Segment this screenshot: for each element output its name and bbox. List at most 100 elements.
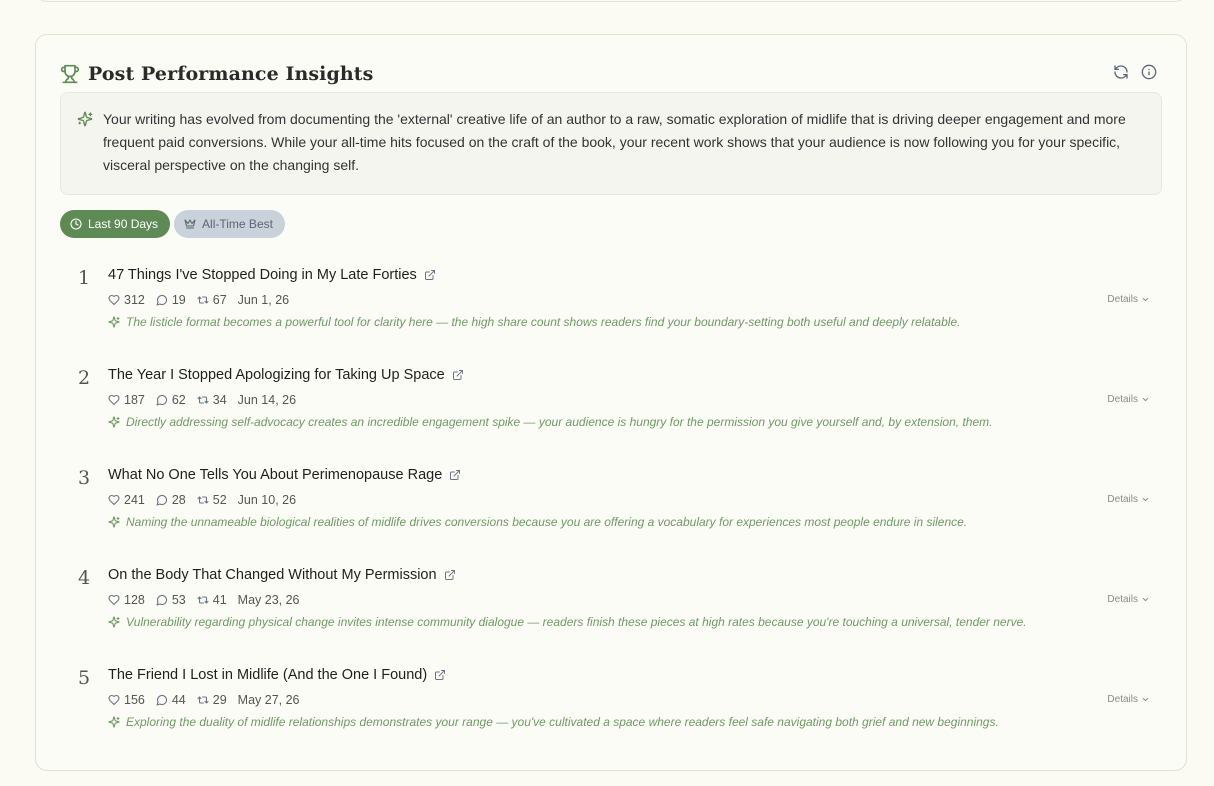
details-toggle[interactable]: Details	[1107, 494, 1150, 505]
tab-last-90-days[interactable]: Last 90 Days	[60, 210, 171, 238]
post-date: Jun 14, 26	[237, 393, 297, 407]
chevron-down-icon	[1141, 695, 1150, 704]
heart-icon	[108, 394, 120, 406]
comments-stat: 19	[156, 293, 186, 307]
chevron-down-icon	[1141, 295, 1150, 304]
likes-stat: 128	[108, 593, 145, 607]
comments-count: 19	[171, 293, 186, 307]
external-link-icon[interactable]	[449, 469, 461, 481]
post-date: May 23, 26	[237, 593, 300, 607]
sparkle-icon	[108, 316, 120, 328]
likes-stat: 156	[108, 693, 145, 707]
restacks-stat: 34	[197, 393, 227, 407]
post-title-link[interactable]: What No One Tells You About Perimenopaus…	[108, 467, 461, 483]
restacks-count: 29	[212, 693, 227, 707]
heart-icon	[108, 694, 120, 706]
post-stats: 128 53 41 May 23, 26	[108, 593, 311, 607]
comments-count: 44	[171, 693, 186, 707]
post-list: 1 47 Things I've Stopped Doing in My Lat…	[60, 253, 1162, 753]
likes-stat: 241	[108, 493, 145, 507]
time-range-tabs: Last 90 Days All-Time Best	[60, 210, 285, 238]
post-rank: 2	[78, 367, 91, 389]
post-date: Jun 10, 26	[237, 493, 297, 507]
comments-stat: 28	[156, 493, 186, 507]
tab-label: Last 90 Days	[88, 217, 159, 231]
chevron-down-icon	[1141, 495, 1150, 504]
insight-summary: Your writing has evolved from documentin…	[60, 92, 1162, 195]
details-toggle[interactable]: Details	[1107, 594, 1150, 605]
sparkle-icon	[108, 716, 120, 728]
restack-icon	[197, 394, 209, 406]
header-actions	[1112, 63, 1158, 81]
likes-count: 312	[124, 293, 145, 307]
comment-icon	[156, 594, 168, 606]
details-toggle[interactable]: Details	[1107, 394, 1150, 405]
comments-count: 53	[171, 593, 186, 607]
comments-stat: 44	[156, 693, 186, 707]
list-item: 4 On the Body That Changed Without My Pe…	[60, 553, 1162, 653]
comment-icon	[156, 494, 168, 506]
sparkle-icon	[108, 416, 120, 428]
details-label: Details	[1107, 394, 1138, 405]
comments-stat: 62	[156, 393, 186, 407]
list-item: 2 The Year I Stopped Apologizing for Tak…	[60, 353, 1162, 453]
comments-stat: 53	[156, 593, 186, 607]
list-item: 1 47 Things I've Stopped Doing in My Lat…	[60, 253, 1162, 353]
likes-count: 241	[124, 493, 145, 507]
likes-count: 128	[124, 593, 145, 607]
restacks-stat: 52	[197, 493, 227, 507]
tab-all-time-best[interactable]: All-Time Best	[174, 210, 285, 238]
heart-icon	[108, 294, 120, 306]
post-date: Jun 1, 26	[237, 293, 290, 307]
details-toggle[interactable]: Details	[1107, 294, 1150, 305]
likes-count: 187	[124, 393, 145, 407]
card-header: Post Performance Insights	[60, 61, 1162, 87]
restack-icon	[197, 294, 209, 306]
refresh-icon[interactable]	[1112, 63, 1130, 81]
clock-icon	[70, 218, 82, 230]
restacks-count: 52	[212, 493, 227, 507]
post-date: May 27, 26	[237, 693, 300, 707]
insight-text: Naming the unnameable biological realiti…	[126, 515, 968, 529]
sparkle-icon	[108, 616, 120, 628]
external-link-icon[interactable]	[444, 569, 456, 581]
insight-text: Directly addressing self-advocacy create…	[126, 415, 993, 429]
post-title: What No One Tells You About Perimenopaus…	[108, 467, 443, 483]
post-insight: Exploring the duality of midlife relatio…	[108, 715, 999, 729]
post-rank: 1	[78, 267, 91, 289]
info-icon[interactable]	[1140, 63, 1158, 81]
post-stats: 187 62 34 Jun 14, 26	[108, 393, 307, 407]
restacks-stat: 29	[197, 693, 227, 707]
post-title: The Year I Stopped Apologizing for Takin…	[108, 367, 445, 383]
post-title: The Friend I Lost in Midlife (And the On…	[108, 667, 428, 683]
post-title: 47 Things I've Stopped Doing in My Late …	[108, 267, 417, 283]
heart-icon	[108, 594, 120, 606]
tab-label: All-Time Best	[202, 217, 273, 231]
restacks-stat: 67	[197, 293, 227, 307]
post-title-link[interactable]: The Friend I Lost in Midlife (And the On…	[108, 667, 446, 683]
details-label: Details	[1107, 494, 1138, 505]
post-rank: 4	[78, 567, 91, 589]
external-link-icon[interactable]	[424, 269, 436, 281]
post-title: On the Body That Changed Without My Perm…	[108, 567, 437, 583]
details-label: Details	[1107, 594, 1138, 605]
external-link-icon[interactable]	[452, 369, 464, 381]
post-rank: 3	[78, 467, 91, 489]
trophy-icon	[60, 64, 80, 84]
details-toggle[interactable]: Details	[1107, 694, 1150, 705]
sparkle-icon	[108, 516, 120, 528]
post-title-link[interactable]: 47 Things I've Stopped Doing in My Late …	[108, 267, 436, 283]
summary-text: Your writing has evolved from documentin…	[103, 111, 1126, 173]
post-title-link[interactable]: On the Body That Changed Without My Perm…	[108, 567, 456, 583]
insight-text: The listicle format becomes a powerful t…	[126, 315, 961, 329]
heart-icon	[108, 494, 120, 506]
external-link-icon[interactable]	[434, 669, 446, 681]
details-label: Details	[1107, 294, 1138, 305]
restack-icon	[197, 594, 209, 606]
post-stats: 241 28 52 Jun 10, 26	[108, 493, 307, 507]
comment-icon	[156, 394, 168, 406]
post-title-link[interactable]: The Year I Stopped Apologizing for Takin…	[108, 367, 464, 383]
list-item: 3 What No One Tells You About Perimenopa…	[60, 453, 1162, 553]
comment-icon	[156, 694, 168, 706]
post-insight: Directly addressing self-advocacy create…	[108, 415, 992, 429]
